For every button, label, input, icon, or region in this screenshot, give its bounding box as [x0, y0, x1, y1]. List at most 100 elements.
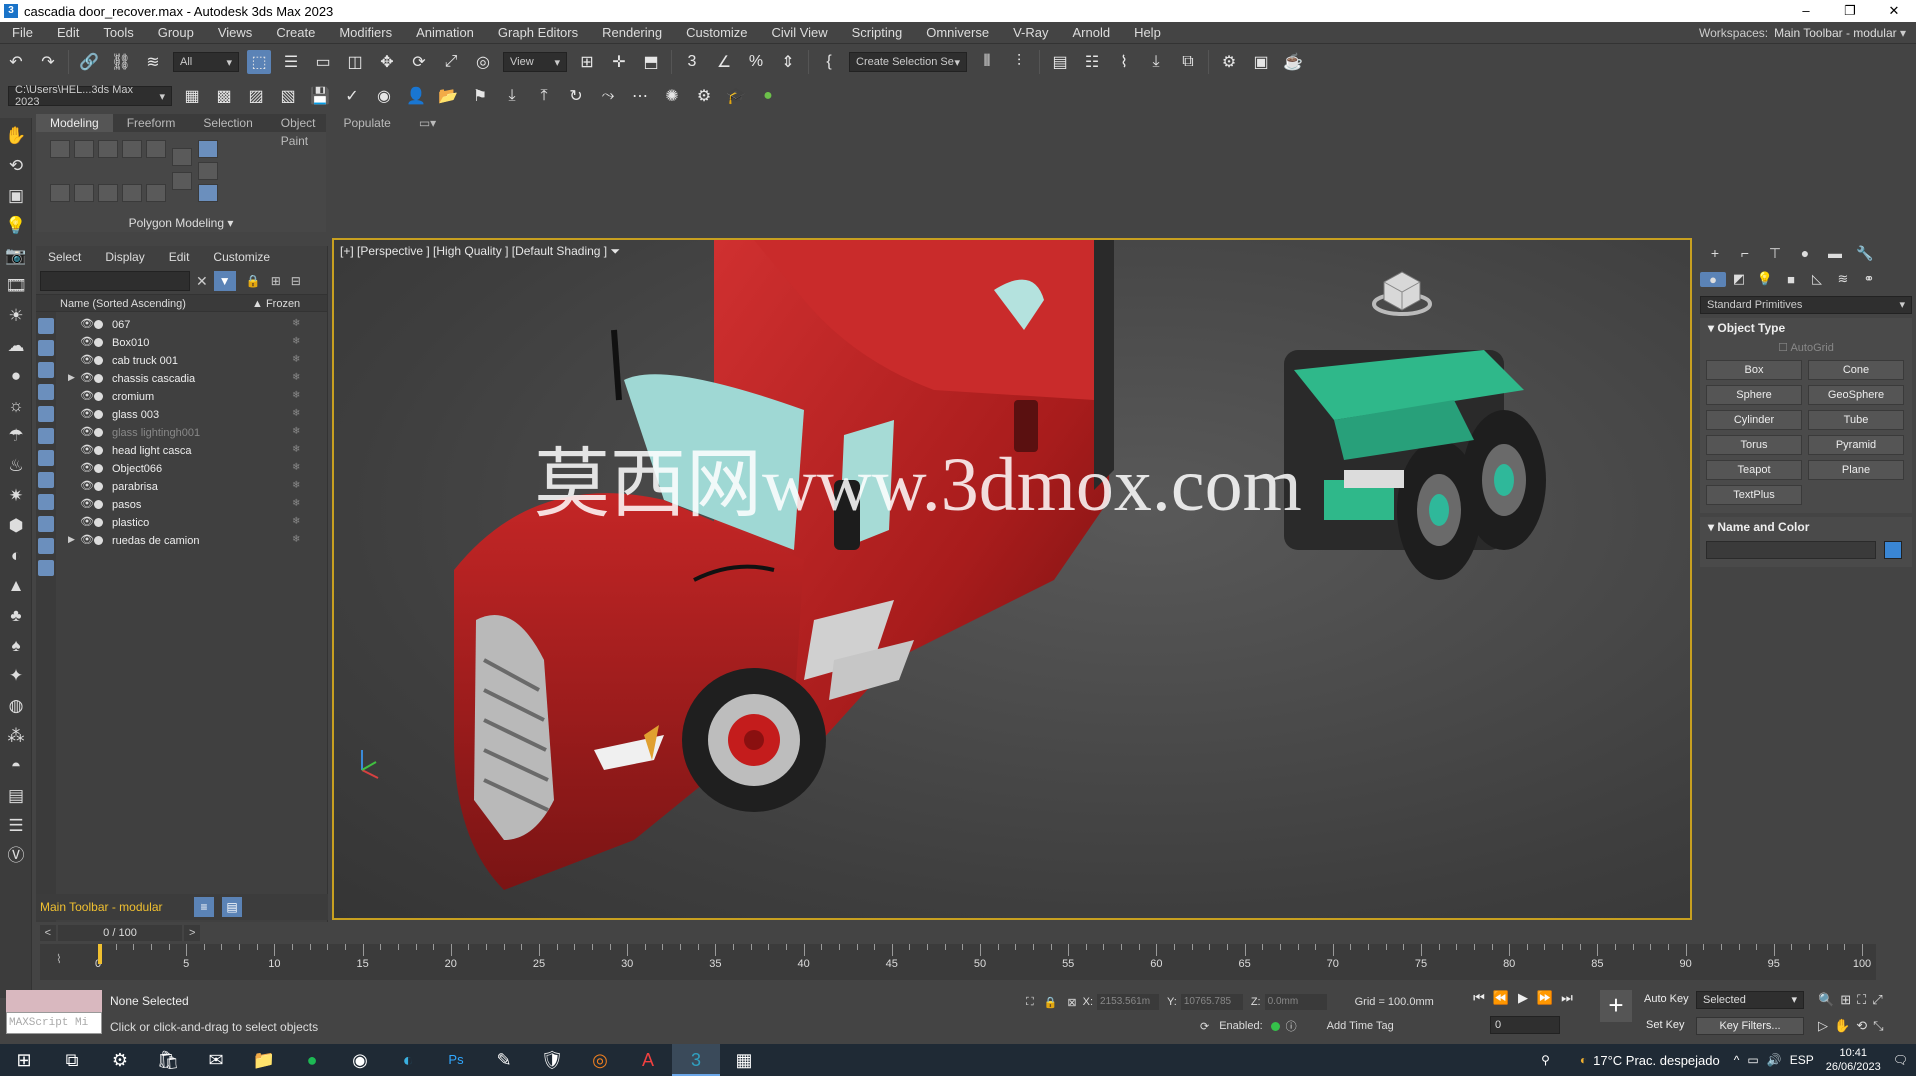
render-toggle-icon[interactable]	[94, 392, 103, 401]
orbit-nav-icon[interactable]: ⟲	[1856, 1018, 1867, 1034]
ribbon-btn[interactable]	[98, 140, 118, 158]
time-slider-value[interactable]: 0 / 100	[57, 925, 183, 941]
sphere-icon[interactable]: ●	[4, 364, 28, 388]
menu-file[interactable]: File	[0, 25, 45, 40]
freeze-toggle-icon[interactable]: ❄	[292, 354, 300, 365]
explorer-menu-customize[interactable]: Customize	[201, 250, 282, 264]
track-bar[interactable]: ⌇ 0 5 10 15 20 25 30 35 40 45 50 55 60 65 70 75 80 85 90 95…	[40, 944, 1876, 980]
tray-chevron-icon[interactable]: ^	[1734, 1053, 1740, 1067]
named-selection-dropdown[interactable]: Create Selection Se ▾	[849, 52, 967, 72]
render-toggle-icon[interactable]	[94, 482, 103, 491]
undo-icon[interactable]: ↶	[4, 50, 28, 74]
primitive-type-dropdown[interactable]: Standard Primitives ▾	[1700, 296, 1912, 314]
cone-icon[interactable]: ▲	[4, 574, 28, 598]
hierarchy-tab-icon[interactable]: ⊤	[1760, 245, 1790, 262]
hierarchy-expand-icon[interactable]: ⊞	[271, 274, 281, 288]
scene-object-row[interactable]: 👁 parabrisa ❄	[56, 478, 328, 496]
material-editor-icon[interactable]: ⧉	[1176, 50, 1200, 74]
sketch-icon[interactable]: ✎	[480, 1044, 528, 1076]
visibility-eye-icon[interactable]: 👁	[80, 443, 94, 456]
grad-cap-icon[interactable]: 🎓	[724, 84, 748, 108]
select-layer-icon[interactable]: ▨	[244, 84, 268, 108]
visibility-eye-icon[interactable]: 👁	[80, 461, 94, 474]
ribbon-btn[interactable]	[122, 140, 142, 158]
layers-icon[interactable]: ☰	[4, 814, 28, 838]
filter-bones-icon[interactable]	[38, 494, 54, 510]
hierarchy-collapse-icon[interactable]: ⊟	[291, 274, 301, 288]
rect-region-icon[interactable]: ▭	[311, 50, 335, 74]
film-icon[interactable]: 🎞	[4, 274, 28, 298]
select-by-name-icon[interactable]: ☰	[279, 50, 303, 74]
autogrid-checkbox[interactable]: ☐ AutoGrid	[1700, 338, 1912, 358]
spacewarps-category-icon[interactable]: ≋	[1830, 271, 1856, 287]
vray-icon[interactable]: Ⓥ	[4, 844, 28, 868]
filter-containers-icon[interactable]	[38, 516, 54, 532]
orbit-icon[interactable]: ⟲	[4, 154, 28, 178]
freeze-toggle-icon[interactable]: ❄	[292, 534, 300, 545]
spinner-snap-icon[interactable]: ⇕	[776, 50, 800, 74]
cameras-category-icon[interactable]: ■	[1778, 272, 1804, 287]
utilities-tab-icon[interactable]: 🔧	[1850, 245, 1880, 262]
box-icon[interactable]: ▣	[4, 184, 28, 208]
visibility-eye-icon[interactable]: 👁	[80, 407, 94, 420]
shapes-category-icon[interactable]: ◩	[1726, 271, 1752, 287]
percent-snap-icon[interactable]: %	[744, 50, 768, 74]
goto-start-icon[interactable]: ⏮	[1468, 990, 1490, 1006]
scene-object-row[interactable]: 👁 cromium ❄	[56, 388, 328, 406]
menu-modifiers[interactable]: Modifiers	[327, 25, 404, 40]
x-coordinate-field[interactable]: 2153.561m	[1097, 994, 1160, 1010]
sphere-button[interactable]: Sphere	[1706, 385, 1802, 405]
freeze-toggle-icon[interactable]: ❄	[292, 390, 300, 401]
tab-selection[interactable]: Selection	[189, 114, 266, 132]
visibility-eye-icon[interactable]: 👁	[80, 335, 94, 348]
share-icon[interactable]: ⤳	[596, 84, 620, 108]
filter-spacewarps-icon[interactable]	[38, 428, 54, 444]
polygon-modeling-dropdown[interactable]: Polygon Modeling ▾	[36, 214, 326, 232]
link-icon[interactable]: 🔗	[77, 50, 101, 74]
textplus-button[interactable]: TextPlus	[1706, 485, 1802, 505]
freeze-toggle-icon[interactable]: ❄	[292, 516, 300, 527]
fire-icon[interactable]: ✦	[4, 664, 28, 688]
visibility-eye-icon[interactable]: 👁	[80, 515, 94, 528]
motion-tab-icon[interactable]: ●	[1790, 245, 1820, 261]
toggle-scene-explorer-icon[interactable]: ▤	[1048, 50, 1072, 74]
move-icon[interactable]: ✥	[375, 50, 399, 74]
schematic-view-icon[interactable]: ⤓	[1144, 50, 1168, 74]
store-icon[interactable]: 🛍	[144, 1044, 192, 1076]
next-frame-icon[interactable]: ⏩	[1534, 990, 1556, 1006]
particles-icon[interactable]: ⁂	[4, 724, 28, 748]
current-frame-marker[interactable]	[98, 944, 102, 964]
key-selection-dropdown[interactable]: Selected ▾	[1696, 991, 1804, 1009]
task-view-icon[interactable]: ⧉	[48, 1044, 96, 1076]
play-icon[interactable]: ▶	[1512, 990, 1534, 1006]
align-icon[interactable]: ⫶	[1007, 50, 1031, 74]
shield-icon[interactable]: 🛡	[528, 1044, 576, 1076]
tab-object-paint[interactable]: Object Paint	[267, 114, 330, 148]
object-name-field[interactable]	[1706, 541, 1876, 559]
render-setup-icon[interactable]: ⚙	[1217, 50, 1241, 74]
acrobat-icon[interactable]: A	[624, 1044, 672, 1076]
absolute-mode-icon[interactable]: ⊠	[1067, 996, 1076, 1009]
pan-icon[interactable]: ✋	[1834, 1018, 1850, 1034]
render-toggle-icon[interactable]	[94, 320, 103, 329]
check-icon[interactable]: ✓	[340, 84, 364, 108]
geosphere-button[interactable]: GeoSphere	[1808, 385, 1904, 405]
pyramid-button[interactable]: Pyramid	[1808, 435, 1904, 455]
filter-lights-icon[interactable]	[38, 362, 54, 378]
freeze-toggle-icon[interactable]: ❄	[292, 498, 300, 509]
user-icon[interactable]: 👤	[404, 84, 428, 108]
object-color-swatch[interactable]	[1884, 541, 1902, 559]
close-button[interactable]: ✕	[1872, 0, 1916, 22]
upload-icon[interactable]: ⤒	[532, 84, 556, 108]
field-of-view-icon[interactable]: ▷	[1818, 1018, 1828, 1034]
3dsmax-icon[interactable]: 3	[672, 1044, 720, 1076]
display-tab-icon[interactable]: ▬	[1820, 245, 1850, 261]
tree-icon[interactable]: ♣	[4, 604, 28, 628]
project-path-dropdown[interactable]: C:\Users\HEL...3ds Max 2023 ▾	[8, 84, 172, 108]
visibility-eye-icon[interactable]: 👁	[80, 533, 94, 546]
lock-selection-icon[interactable]: 🔒	[1044, 996, 1058, 1009]
filter-groups-icon[interactable]	[38, 450, 54, 466]
workspaces-value[interactable]: Main Toolbar - modular	[1774, 26, 1897, 40]
set-key-big-icon[interactable]: +	[1600, 990, 1632, 1022]
menu-help[interactable]: Help	[1122, 25, 1173, 40]
